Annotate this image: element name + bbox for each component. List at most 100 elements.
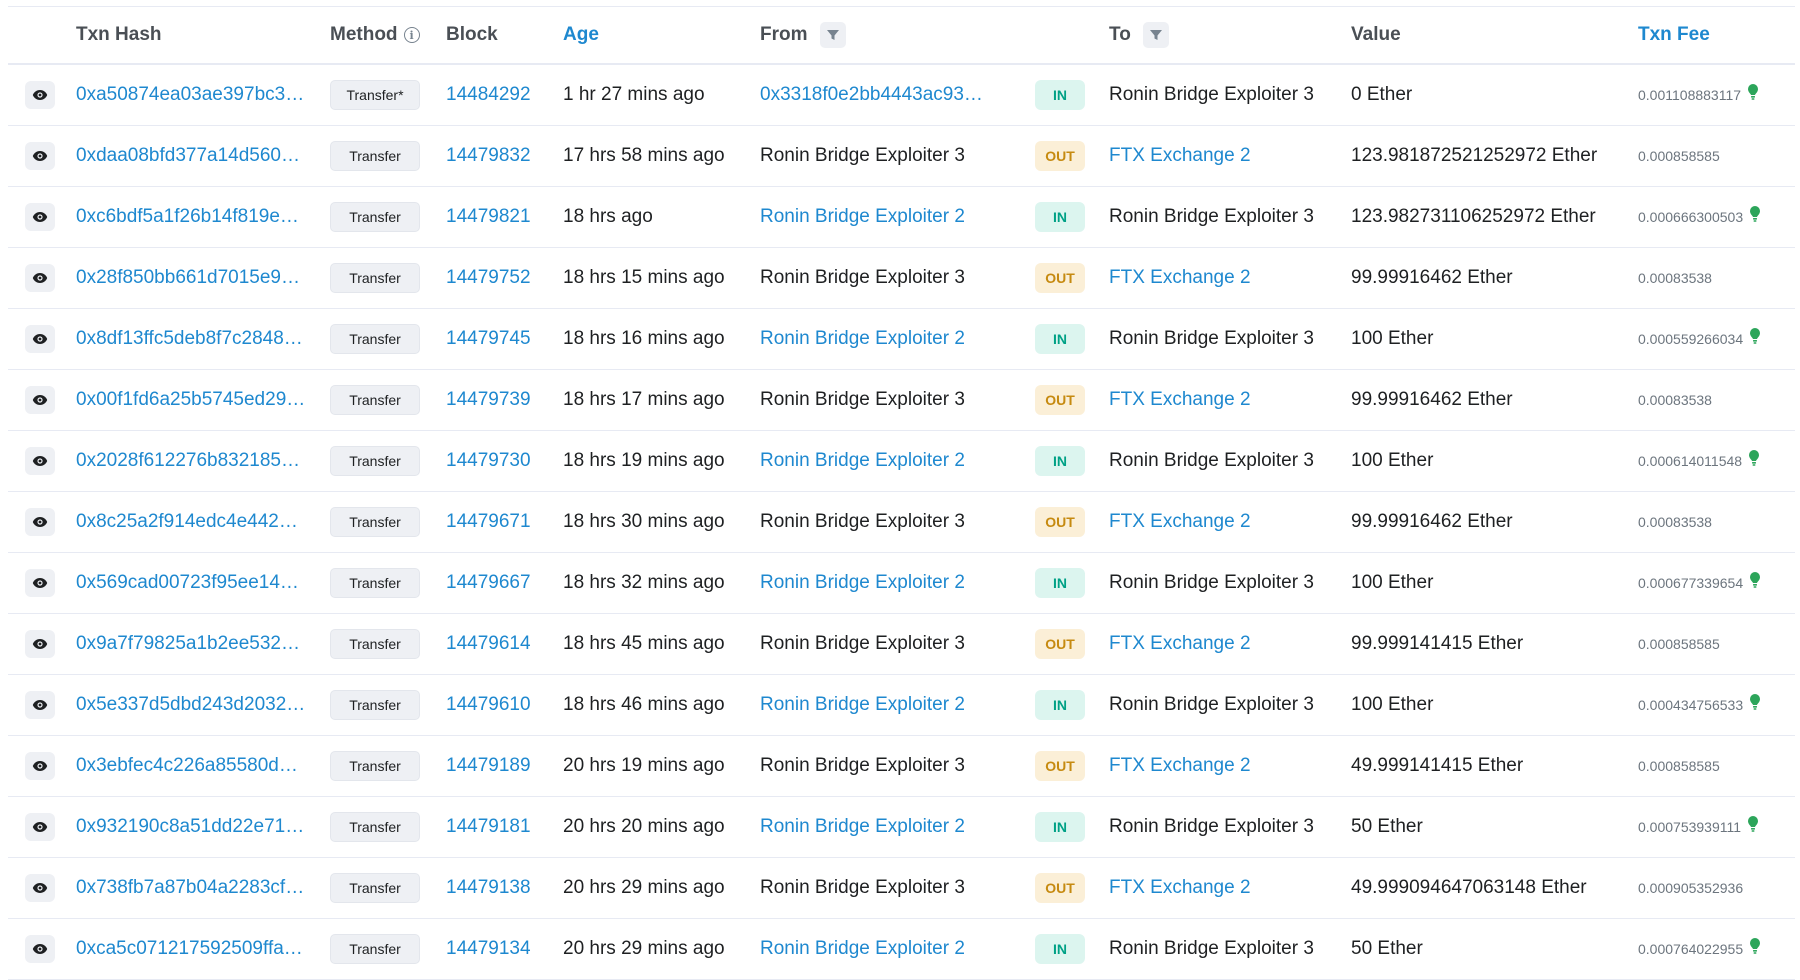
txn-hash-link[interactable]: 0x2028f612276b832185…: [76, 431, 300, 491]
from-address-link[interactable]: Ronin Bridge Exploiter 2: [760, 919, 965, 979]
block-cell: 14479739: [446, 370, 546, 430]
direction-badge: IN: [1035, 202, 1085, 232]
value-text: 123.981872521252972 Ether: [1351, 145, 1598, 166]
gas-saving-icon[interactable]: [1749, 571, 1761, 595]
block-link[interactable]: 14479134: [446, 938, 531, 960]
txn-hash-link[interactable]: 0x9a7f79825a1b2ee532…: [76, 614, 300, 674]
header-txn-fee-toggle[interactable]: Txn Fee: [1638, 7, 1793, 63]
gas-saving-icon[interactable]: [1749, 693, 1761, 717]
eye-icon-button[interactable]: [25, 813, 55, 841]
filter-icon: [1149, 30, 1162, 40]
eye-icon-button[interactable]: [25, 142, 55, 170]
eye-icon-button[interactable]: [25, 325, 55, 353]
from-address-link[interactable]: Ronin Bridge Exploiter 2: [760, 675, 965, 735]
from-filter-button[interactable]: [819, 22, 846, 48]
table-row: 0xdaa08bfd377a14d560… Transfer 14479832 17 …: [8, 126, 1795, 187]
txn-hash-link[interactable]: 0x5e337d5dbd243d2032…: [76, 675, 305, 735]
block-link[interactable]: 14479730: [446, 450, 531, 472]
eye-icon-button[interactable]: [25, 569, 55, 597]
block-link[interactable]: 14479745: [446, 328, 531, 350]
txn-hash-link[interactable]: 0xa50874ea03ae397bc3…: [76, 65, 304, 125]
block-link[interactable]: 14479181: [446, 816, 531, 838]
txn-hash-link[interactable]: 0x3ebfec4c226a85580d…: [76, 736, 298, 796]
eye-icon: [32, 89, 48, 101]
block-link[interactable]: 14479189: [446, 755, 531, 777]
eye-icon-button[interactable]: [25, 203, 55, 231]
from-cell: Ronin Bridge Exploiter 3: [760, 614, 1030, 674]
gas-saving-icon[interactable]: [1747, 83, 1759, 107]
eye-icon-button[interactable]: [25, 691, 55, 719]
to-address-link[interactable]: FTX Exchange 2: [1109, 492, 1251, 552]
txn-hash-link[interactable]: 0xdaa08bfd377a14d560…: [76, 126, 300, 186]
header-to: To: [1109, 7, 1349, 63]
eye-icon-button[interactable]: [25, 935, 55, 963]
method-cell: Transfer: [330, 126, 430, 186]
txn-hash-cell: 0x738fb7a87b04a2283cf…: [76, 858, 316, 918]
txn-hash-link[interactable]: 0x28f850bb661d7015e9…: [76, 248, 300, 308]
txn-hash-link[interactable]: 0x8df13ffc5deb8f7c2848…: [76, 309, 303, 369]
to-address-link[interactable]: FTX Exchange 2: [1109, 126, 1251, 186]
eye-icon-button[interactable]: [25, 447, 55, 475]
header-age-toggle[interactable]: Age: [563, 7, 743, 63]
age-text: 20 hrs 29 mins ago: [563, 938, 725, 959]
eye-icon-button[interactable]: [25, 874, 55, 902]
eye-icon-button[interactable]: [25, 508, 55, 536]
from-address-link[interactable]: Ronin Bridge Exploiter 2: [760, 797, 965, 857]
eye-icon-button[interactable]: [25, 81, 55, 109]
to-address-link[interactable]: FTX Exchange 2: [1109, 248, 1251, 308]
from-address-text: Ronin Bridge Exploiter 3: [760, 755, 965, 776]
block-link[interactable]: 14479739: [446, 389, 531, 411]
txn-hash-link[interactable]: 0x569cad00723f95ee14…: [76, 553, 299, 613]
txn-hash-link[interactable]: 0x8c25a2f914edc4e442…: [76, 492, 298, 552]
gas-saving-icon[interactable]: [1749, 327, 1761, 351]
block-link[interactable]: 14479832: [446, 145, 531, 167]
row-preview-cell: [20, 126, 60, 186]
txn-fee-text: 0.000559266034: [1638, 331, 1744, 347]
eye-icon: [32, 150, 48, 162]
to-cell: FTX Exchange 2: [1109, 248, 1349, 308]
block-link[interactable]: 14479614: [446, 633, 531, 655]
value-text: 100 Ether: [1351, 450, 1434, 471]
eye-icon-button[interactable]: [25, 386, 55, 414]
block-link[interactable]: 14484292: [446, 84, 531, 106]
to-cell: FTX Exchange 2: [1109, 736, 1349, 796]
from-address-link[interactable]: Ronin Bridge Exploiter 2: [760, 187, 965, 247]
txn-hash-link[interactable]: 0xc6bdf5a1f26b14f819e…: [76, 187, 299, 247]
to-address-link[interactable]: FTX Exchange 2: [1109, 736, 1251, 796]
gas-saving-icon[interactable]: [1747, 815, 1759, 839]
from-address-link[interactable]: Ronin Bridge Exploiter 2: [760, 431, 965, 491]
from-address-text: Ronin Bridge Exploiter 3: [760, 633, 965, 654]
eye-icon-button[interactable]: [25, 752, 55, 780]
to-address-link[interactable]: FTX Exchange 2: [1109, 858, 1251, 918]
to-address-link[interactable]: FTX Exchange 2: [1109, 370, 1251, 430]
txn-hash-link[interactable]: 0x932190c8a51dd22e71…: [76, 797, 304, 857]
from-address-link[interactable]: Ronin Bridge Exploiter 2: [760, 309, 965, 369]
gas-saving-icon[interactable]: [1748, 449, 1760, 473]
to-address-link[interactable]: FTX Exchange 2: [1109, 614, 1251, 674]
gas-saving-icon[interactable]: [1749, 205, 1761, 229]
eye-icon: [32, 943, 48, 955]
txn-hash-link[interactable]: 0xca5c071217592509ffa…: [76, 919, 303, 979]
gas-saving-icon[interactable]: [1749, 937, 1761, 961]
block-link[interactable]: 14479610: [446, 694, 531, 716]
block-link[interactable]: 14479667: [446, 572, 531, 594]
direction-cell: OUT: [1030, 126, 1090, 186]
txn-hash-cell: 0x5e337d5dbd243d2032…: [76, 675, 316, 735]
block-link[interactable]: 14479138: [446, 877, 531, 899]
from-address-link[interactable]: 0x3318f0e2bb4443ac93…: [760, 65, 983, 125]
to-address-text: Ronin Bridge Exploiter 3: [1109, 450, 1314, 471]
info-icon[interactable]: i: [403, 27, 420, 43]
eye-icon-button[interactable]: [25, 264, 55, 292]
block-link[interactable]: 14479671: [446, 511, 531, 533]
eye-icon-button[interactable]: [25, 630, 55, 658]
txn-hash-link[interactable]: 0x00f1fd6a25b5745ed29…: [76, 370, 305, 430]
to-cell: FTX Exchange 2: [1109, 370, 1349, 430]
block-link[interactable]: 14479752: [446, 267, 531, 289]
txn-hash-link[interactable]: 0x738fb7a87b04a2283cf…: [76, 858, 304, 918]
txn-fee-text: 0.000614011548: [1638, 453, 1743, 469]
from-address-link[interactable]: Ronin Bridge Exploiter 2: [760, 553, 965, 613]
block-link[interactable]: 14479821: [446, 206, 531, 228]
fee-cell: 0.001108883117: [1638, 65, 1793, 125]
to-filter-button[interactable]: [1142, 22, 1169, 48]
age-text: 1 hr 27 mins ago: [563, 84, 705, 105]
